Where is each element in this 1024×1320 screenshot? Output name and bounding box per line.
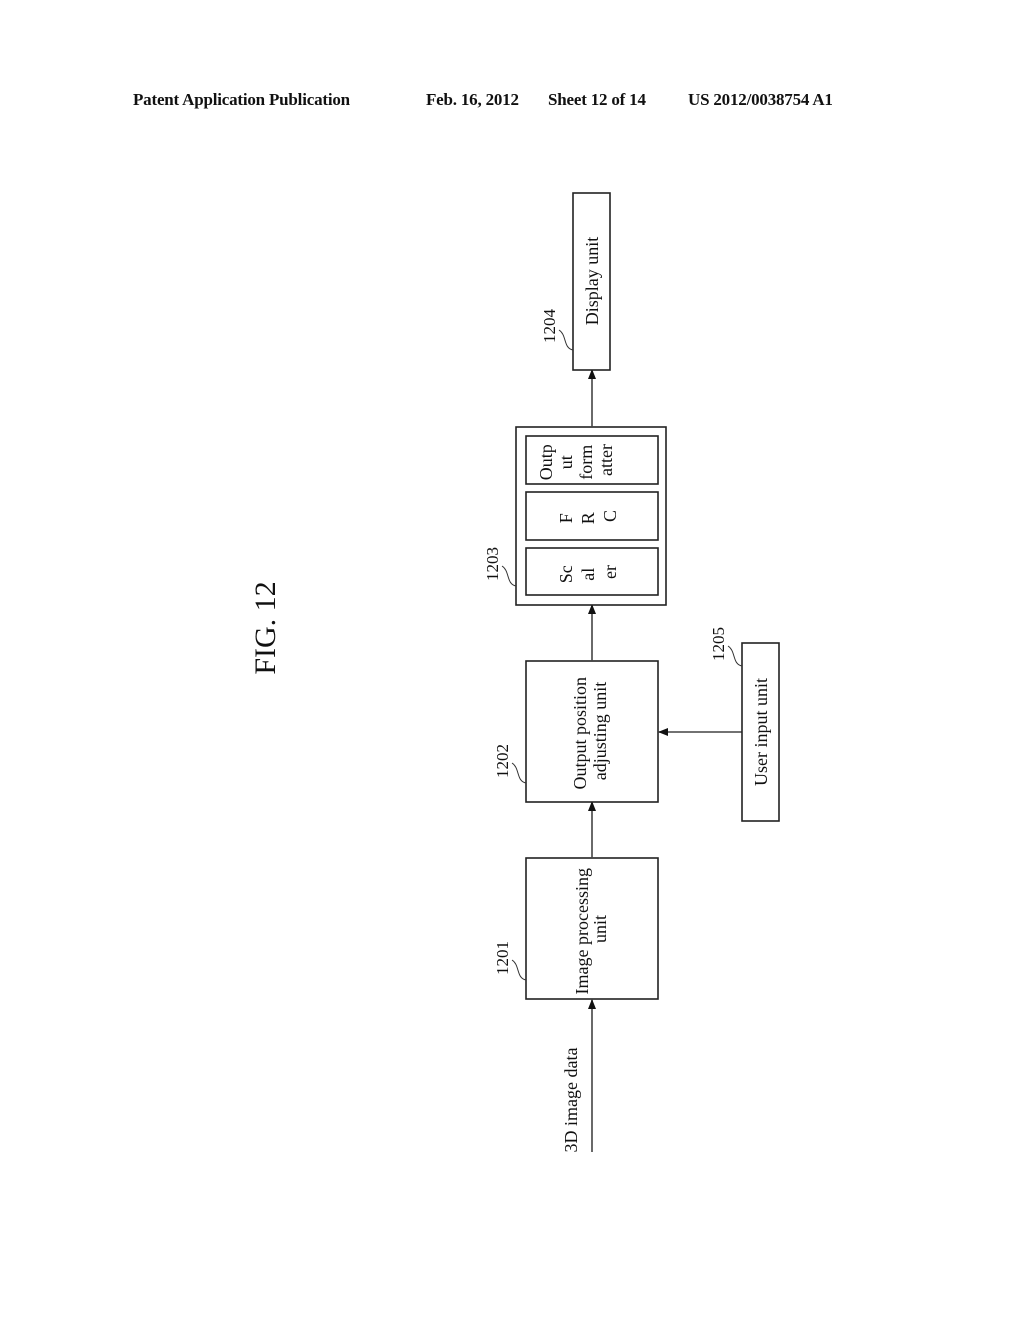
block-1205: User input unit 1205 xyxy=(709,627,780,822)
ref-1203: 1203 xyxy=(483,547,502,581)
svg-text:F R C: F R C xyxy=(556,508,620,525)
block-1204: Display unit 1204 xyxy=(540,192,611,371)
block-1201-line1: Image processing xyxy=(572,868,592,994)
sub-block-scaler: Sc al er xyxy=(525,547,659,596)
input-label: 3D image data xyxy=(561,1048,581,1153)
svg-text:Outp ut form: Outp ut form atter xyxy=(536,440,616,481)
block-1205-label: User input unit xyxy=(751,678,771,786)
block-diagram: FIG. 12 3D image data Image processing u… xyxy=(249,192,780,1153)
block-1203: Sc al er F R C Outp ut form atter 1203 xyxy=(483,426,667,606)
block-1202-line1: Output position xyxy=(570,677,590,790)
block-1201-line2: unit xyxy=(590,915,610,943)
ref-1204: 1204 xyxy=(540,309,559,344)
block-1204-label: Display unit xyxy=(582,237,602,326)
ref-1202: 1202 xyxy=(493,744,512,778)
sub-block-frc: F R C xyxy=(525,491,659,541)
block-1201: Image processing unit 1201 xyxy=(493,857,659,1000)
svg-text:Output position adjustin: Output position adjusting unit xyxy=(570,672,610,789)
block-1202-line2: adjusting unit xyxy=(590,682,610,781)
sub-block-output-formatter: Outp ut form atter xyxy=(525,435,659,485)
figure-title: FIG. 12 xyxy=(249,581,282,674)
ref-1201: 1201 xyxy=(493,941,512,975)
ref-1205: 1205 xyxy=(709,627,728,661)
block-1202: Output position adjusting unit 1202 xyxy=(493,660,659,803)
